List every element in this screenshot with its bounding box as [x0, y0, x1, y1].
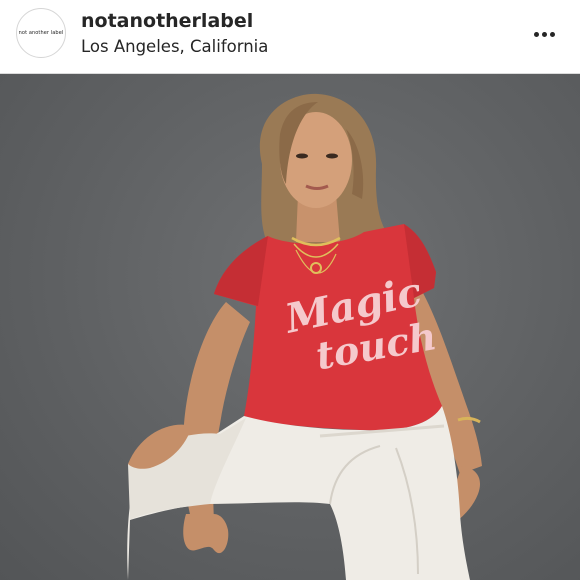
post-photo[interactable]: Magic touch — [0, 74, 580, 580]
location-link[interactable]: Los Angeles, California — [81, 37, 268, 56]
post-header: not another label notanotherlabel Los An… — [0, 0, 580, 74]
username-link[interactable]: notanotherlabel — [81, 10, 253, 32]
photo-illustration: Magic touch — [0, 93, 482, 580]
more-horizontal-icon — [533, 31, 555, 37]
more-options-button[interactable] — [524, 22, 564, 46]
left-hand — [183, 514, 229, 554]
avatar[interactable]: not another label — [16, 8, 66, 58]
avatar-logo-text: not another label — [18, 30, 64, 36]
